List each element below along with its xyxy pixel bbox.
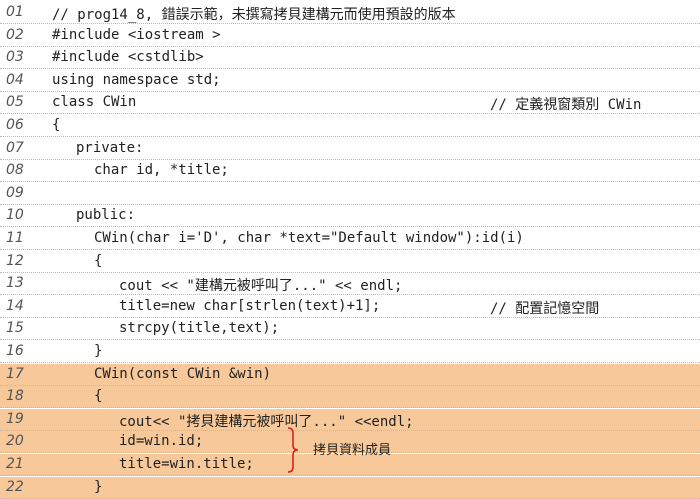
code-text: char id, *title; <box>94 162 229 179</box>
line-number: 19 <box>6 410 24 427</box>
code-text: { <box>52 117 61 133</box>
code-text: cout << "建構元被呼叫了..." << endl; <box>119 278 403 295</box>
code-line: 01 // prog14_8, 錯誤示範，未撰寫拷貝建構元而使用預設的版本 <box>0 2 700 24</box>
code-line: 18 { <box>0 386 700 409</box>
code-text: CWin(const CWin &win) <box>94 365 272 382</box>
line-number: 16 <box>6 343 24 359</box>
code-line: 09 <box>0 183 700 205</box>
code-text: using namespace std; <box>52 71 221 88</box>
code-text: // prog14_8, 錯誤示範，未撰寫拷貝建構元而使用預設的版本 <box>52 7 456 23</box>
line-number: 20 <box>6 433 24 450</box>
code-line: 17 CWin(const CWin &win) <box>0 363 700 386</box>
code-text: #include <iostream > <box>52 26 221 43</box>
code-text: private: <box>76 139 144 156</box>
line-number: 15 <box>6 320 24 337</box>
line-number: 02 <box>6 26 24 43</box>
code-text: } <box>94 478 103 495</box>
code-line: 02 #include <iostream > <box>0 25 700 47</box>
code-line: 04 using namespace std; <box>0 70 700 92</box>
line-number: 08 <box>6 162 24 179</box>
line-number: 06 <box>6 117 24 133</box>
line-number: 14 <box>6 297 24 314</box>
code-comment: // 配置記憶空間 <box>490 300 600 317</box>
code-line: 11 CWin(char i='D', char *text="Default w… <box>0 228 700 250</box>
code-text: title=new char[strlen(text)+1]; <box>119 297 381 314</box>
annotation-copy-members: 拷貝資料成員 <box>313 443 392 458</box>
code-line: 19 cout<< "拷貝建構元被呼叫了..." <<endl; <box>0 408 700 431</box>
line-number: 10 <box>6 207 24 224</box>
line-number: 04 <box>6 71 24 88</box>
code-text: public: <box>76 207 136 224</box>
code-line: 13 cout << "建構元被呼叫了..." << endl; <box>0 273 700 296</box>
code-line: 22} <box>0 476 700 499</box>
code-line: 07 private: <box>0 138 700 160</box>
code-line: 06 { <box>0 115 700 137</box>
line-number: 13 <box>6 275 24 292</box>
line-number: 03 <box>6 49 24 66</box>
line-number: 11 <box>6 230 24 246</box>
line-number: 22 <box>6 478 24 495</box>
code-line: 05 class CWin // 定義視窗類別 CWin <box>0 92 700 115</box>
curly-brace-icon <box>287 427 299 473</box>
line-number: 17 <box>6 365 24 382</box>
line-number: 05 <box>6 94 24 111</box>
code-text: #include <cstdlib> <box>52 49 204 66</box>
code-line: 14 title=new char[strlen(text)+1]; // 配置記憶… <box>0 296 700 318</box>
code-comment: // 定義視窗類別 CWin <box>490 97 642 114</box>
code-line: 10 public: <box>0 205 700 228</box>
code-line: 16} <box>0 341 700 363</box>
code-text: CWin(char i='D', char *text="Default win… <box>94 230 524 246</box>
code-text: strcpy(title,text); <box>119 320 280 337</box>
code-line: 03 #include <cstdlib> <box>0 47 700 70</box>
line-number: 07 <box>6 139 24 156</box>
code-line: 15 strcpy(title,text); <box>0 318 700 341</box>
code-text: title=win.title; <box>119 456 254 472</box>
line-number: 21 <box>6 456 24 472</box>
line-number: 12 <box>6 252 24 269</box>
code-text: id=win.id; <box>119 433 204 450</box>
code-text: { <box>94 252 103 269</box>
code-text: class CWin <box>52 94 137 111</box>
code-line: 08 char id, *title; <box>0 160 700 183</box>
code-text: cout<< "拷貝建構元被呼叫了..." <<endl; <box>119 413 414 430</box>
code-text: { <box>94 388 103 405</box>
code-line: 12 { <box>0 251 700 273</box>
code-text: } <box>94 343 103 359</box>
line-number: 09 <box>6 184 24 201</box>
line-number: 01 <box>6 4 24 20</box>
line-number: 18 <box>6 388 24 405</box>
